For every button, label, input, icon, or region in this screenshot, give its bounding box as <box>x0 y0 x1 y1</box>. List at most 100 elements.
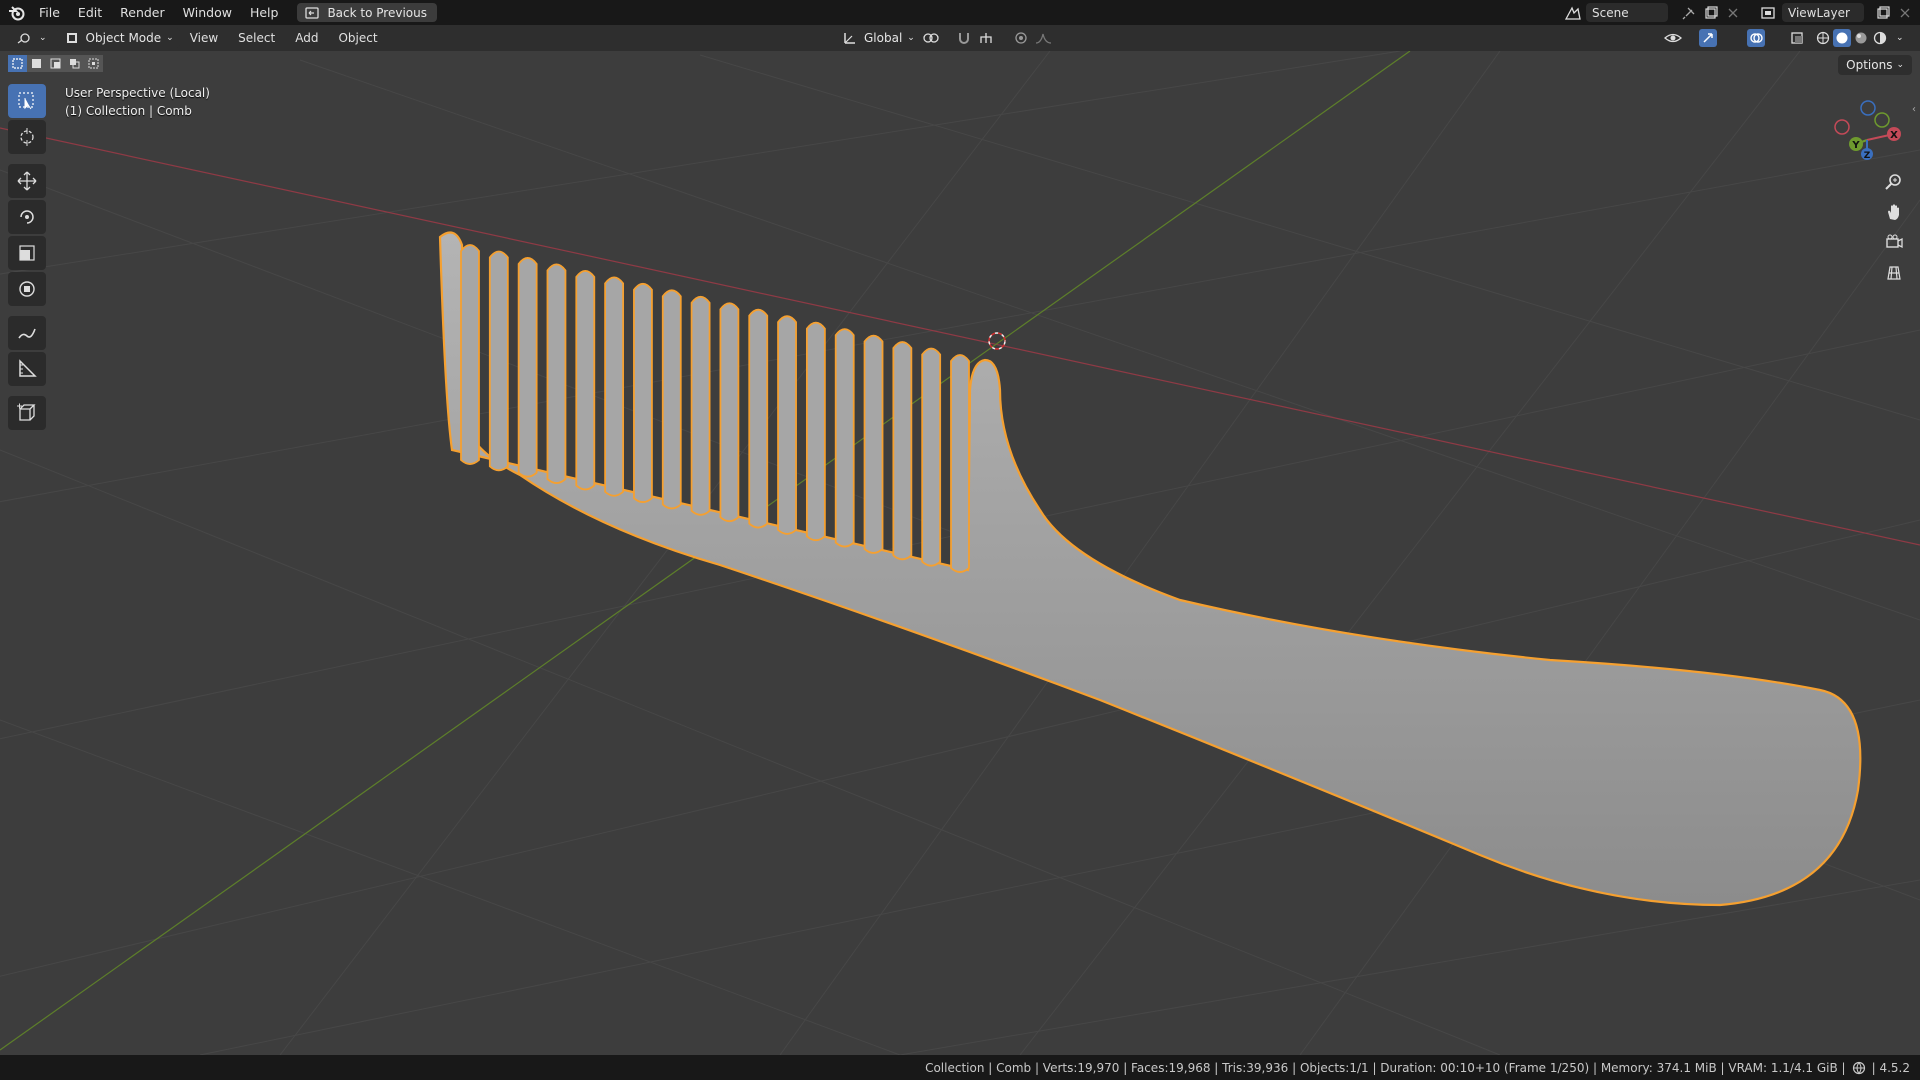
gizmo-y-label: Y <box>1851 140 1860 151</box>
ortho-toggle-icon[interactable] <box>1880 258 1908 286</box>
select-extend-icon[interactable] <box>27 55 46 72</box>
top-menu-bar: File Edit Render Window Help Back to Pre… <box>0 0 1920 25</box>
gizmo-x-label: X <box>1890 130 1898 141</box>
falloff-icon[interactable] <box>1035 29 1053 47</box>
tool-shelf <box>8 84 46 430</box>
blender-logo-icon[interactable] <box>4 0 30 25</box>
add-cube-tool[interactable] <box>8 396 46 430</box>
snap-target-icon[interactable] <box>977 29 995 47</box>
menu-add[interactable]: Add <box>285 31 328 45</box>
editor-type-selector[interactable]: ⌄ <box>10 28 53 48</box>
new-scene-icon[interactable] <box>1702 4 1720 22</box>
comb-tooth <box>834 328 855 548</box>
comb-tooth <box>546 263 567 484</box>
comb-tooth <box>517 257 538 478</box>
viewport-header: ⌄ Object Mode ⌄ View Select Add Object G… <box>0 25 1920 51</box>
gizmo-neg-x[interactable] <box>1834 119 1850 135</box>
rotate-tool[interactable] <box>8 200 46 234</box>
orientation-label: Global <box>864 31 903 45</box>
transform-tool[interactable] <box>8 272 46 306</box>
sidebar-toggle-icon[interactable]: ‹ <box>1912 104 1920 118</box>
solid-shading-icon[interactable] <box>1833 29 1851 47</box>
comb-object[interactable] <box>0 51 1920 1055</box>
3d-viewport[interactable]: User Perspective (Local) (1) Collection … <box>0 51 1920 1055</box>
overlays-icon[interactable] <box>1747 29 1765 47</box>
chevron-down-icon[interactable]: ⌄ <box>1896 33 1904 43</box>
gizmo-neg-z[interactable] <box>1860 100 1876 116</box>
select-subtract-icon[interactable] <box>46 55 65 72</box>
selection-mode-buttons <box>8 55 103 72</box>
collection-info-label: (1) Collection | Comb <box>65 104 192 118</box>
view-layer-field[interactable]: ViewLayer <box>1782 3 1864 22</box>
xray-icon[interactable] <box>1788 29 1806 47</box>
perspective-label: User Perspective (Local) <box>65 86 210 100</box>
scale-tool[interactable] <box>8 236 46 270</box>
scene-icon[interactable] <box>1564 4 1582 22</box>
cursor-tool[interactable] <box>8 120 46 154</box>
back-to-previous-button[interactable]: Back to Previous <box>297 3 437 22</box>
rendered-shading-icon[interactable] <box>1871 29 1889 47</box>
scene-name: Scene <box>1592 5 1629 20</box>
measure-tool[interactable] <box>8 352 46 386</box>
select-difference-icon[interactable] <box>65 55 84 72</box>
comb-tooth <box>575 269 596 491</box>
comb-tooth <box>921 347 942 567</box>
select-box-tool[interactable] <box>8 84 46 118</box>
menu-render[interactable]: Render <box>111 5 174 20</box>
menu-object[interactable]: Object <box>328 31 387 45</box>
object-mode-icon <box>63 29 81 47</box>
comb-tooth <box>633 282 653 504</box>
delete-scene-icon[interactable] <box>1724 4 1742 22</box>
comb-tooth <box>719 302 740 523</box>
comb-tooth <box>863 334 884 554</box>
chevron-down-icon: ⌄ <box>1896 60 1904 70</box>
gizmo-neg-y[interactable] <box>1874 112 1890 128</box>
comb-tooth <box>690 295 711 516</box>
material-shading-icon[interactable] <box>1852 29 1870 47</box>
delete-view-layer-icon[interactable] <box>1896 4 1914 22</box>
zoom-icon[interactable] <box>1880 168 1908 196</box>
annotate-tool[interactable] <box>8 316 46 350</box>
pan-hand-icon[interactable] <box>1880 198 1908 226</box>
view-layer-icon[interactable] <box>1760 4 1778 22</box>
snap-icon[interactable] <box>955 29 973 47</box>
new-view-layer-icon[interactable] <box>1874 4 1892 22</box>
mode-selector[interactable]: Object Mode ⌄ <box>56 28 180 48</box>
comb-tooth <box>661 289 682 510</box>
chevron-down-icon: ⌄ <box>166 33 174 43</box>
navigation-gizmo[interactable]: X Y Z <box>1822 88 1912 178</box>
comb-tooth <box>950 354 970 573</box>
comb-tooth <box>488 250 509 472</box>
orientation-icon <box>841 29 859 47</box>
wireframe-shading-icon[interactable] <box>1814 29 1832 47</box>
visibility-icon[interactable] <box>1664 29 1682 47</box>
view-layer-name: ViewLayer <box>1788 5 1850 20</box>
back-to-previous-label: Back to Previous <box>327 5 427 20</box>
options-dropdown[interactable]: Options ⌄ <box>1838 55 1912 75</box>
chevron-down-icon: ⌄ <box>39 33 47 43</box>
chevron-down-icon: ⌄ <box>907 33 915 43</box>
move-tool[interactable] <box>8 164 46 198</box>
menu-select[interactable]: Select <box>228 31 285 45</box>
menu-file[interactable]: File <box>30 5 69 20</box>
comb-tooth <box>604 276 625 497</box>
gizmo-z-label: Z <box>1864 151 1871 161</box>
pivot-point-icon[interactable] <box>922 29 940 47</box>
pin-icon[interactable] <box>1680 4 1698 22</box>
network-icon <box>1850 1059 1868 1077</box>
proportional-editing-icon[interactable] <box>1012 29 1030 47</box>
transform-orientation-selector[interactable]: Global ⌄ <box>835 28 921 48</box>
separator: | <box>1871 1060 1880 1075</box>
blender-version: 4.5.2 <box>1879 1060 1910 1075</box>
gizmo-toggle-icon[interactable] <box>1699 29 1717 47</box>
menu-edit[interactable]: Edit <box>69 5 111 20</box>
camera-view-icon[interactable] <box>1880 228 1908 256</box>
menu-window[interactable]: Window <box>174 5 241 20</box>
select-new-icon[interactable] <box>8 55 27 72</box>
scene-field[interactable]: Scene <box>1586 3 1668 22</box>
select-intersect-icon[interactable] <box>84 55 103 72</box>
menu-view[interactable]: View <box>180 31 228 45</box>
comb-tooth <box>460 244 480 465</box>
3d-viewport-icon <box>16 29 34 47</box>
menu-help[interactable]: Help <box>241 5 288 20</box>
